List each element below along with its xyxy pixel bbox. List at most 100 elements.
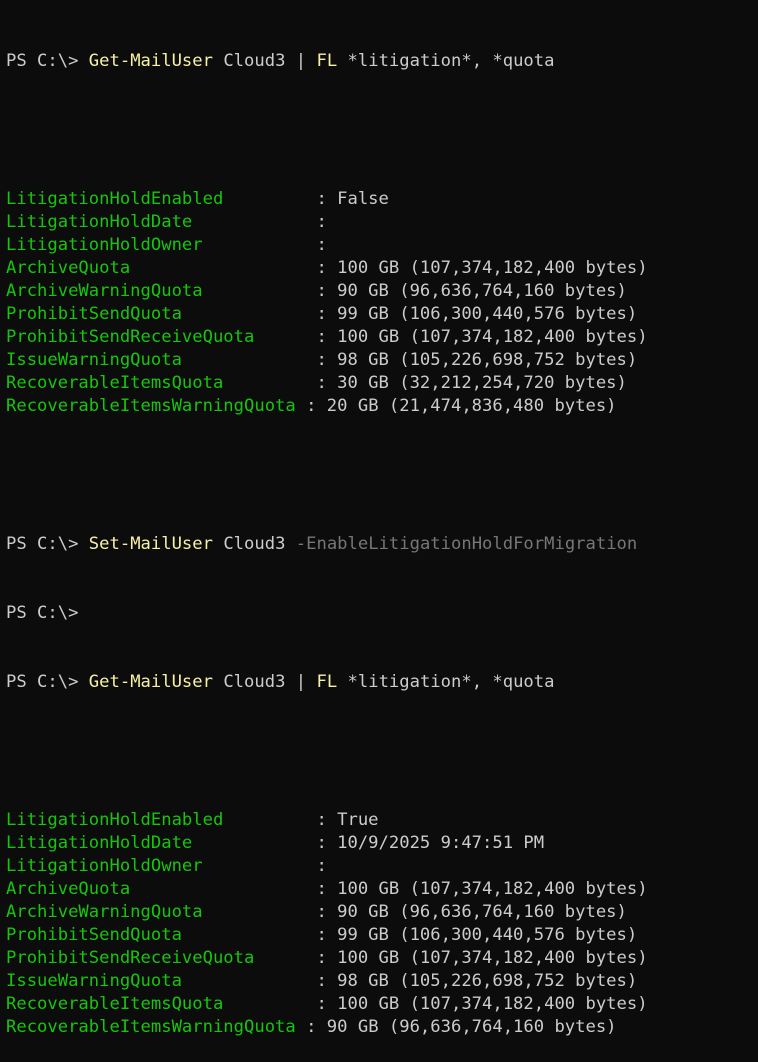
property-separator: : <box>306 281 338 301</box>
property-name: ProhibitSendReceiveQuota <box>6 327 307 347</box>
property-name: ArchiveWarningQuota <box>6 281 307 301</box>
pipe: | <box>285 672 317 692</box>
property-separator: : <box>306 810 338 830</box>
parameter: -EnableLitigationHoldForMigration <box>295 534 638 554</box>
property-value: 99 GB (106,300,440,576 bytes) <box>337 304 638 324</box>
property-separator: : <box>306 235 338 255</box>
property-separator: : <box>306 833 338 853</box>
property-name: IssueWarningQuota <box>6 350 307 370</box>
property-value: 20 GB (21,474,836,480 bytes) <box>326 396 617 416</box>
property-separator: : <box>306 350 338 370</box>
property-value: True <box>337 810 379 830</box>
prompt: PS C:\> <box>6 51 89 71</box>
output-block-1: LitigationHoldEnabled : False LitigationH… <box>6 188 758 418</box>
property-name: LitigationHoldDate <box>6 833 307 853</box>
property-separator: : <box>306 925 338 945</box>
property-separator: : <box>306 879 338 899</box>
property-value: 100 GB (107,374,182,400 bytes) <box>337 948 648 968</box>
property-separator: : <box>306 212 338 232</box>
arguments: *litigation*, *quota <box>337 51 555 71</box>
property-row: RecoverableItemsQuota : 100 GB (107,374,… <box>6 993 758 1016</box>
prompt: PS C:\> <box>6 672 89 692</box>
property-row: ProhibitSendReceiveQuota : 100 GB (107,3… <box>6 326 758 349</box>
property-separator: : <box>306 971 338 991</box>
command-line-3: PS C:\> <box>6 602 758 625</box>
identity: Cloud3 <box>212 672 286 692</box>
arguments: *litigation*, *quota <box>337 672 555 692</box>
property-row: IssueWarningQuota : 98 GB (105,226,698,7… <box>6 349 758 372</box>
cmdlet: Set-MailUser <box>88 534 213 554</box>
property-name: IssueWarningQuota <box>6 971 307 991</box>
property-separator: : <box>306 304 338 324</box>
output-block-2: LitigationHoldEnabled : True LitigationHo… <box>6 809 758 1039</box>
property-separator: : <box>306 373 338 393</box>
property-value: 100 GB (107,374,182,400 bytes) <box>337 994 648 1014</box>
property-name: LitigationHoldEnabled <box>6 189 307 209</box>
property-name: LitigationHoldEnabled <box>6 810 307 830</box>
property-separator: : <box>306 327 338 347</box>
property-row: ArchiveQuota : 100 GB (107,374,182,400 b… <box>6 257 758 280</box>
property-value: 99 GB (106,300,440,576 bytes) <box>337 925 638 945</box>
property-row: ProhibitSendQuota : 99 GB (106,300,440,5… <box>6 303 758 326</box>
property-value: 98 GB (105,226,698,752 bytes) <box>337 971 638 991</box>
property-value: 30 GB (32,212,254,720 bytes) <box>337 373 627 393</box>
property-row: RecoverableItemsWarningQuota : 20 GB (21… <box>6 395 758 418</box>
property-row: ProhibitSendReceiveQuota : 100 GB (107,3… <box>6 947 758 970</box>
property-name: RecoverableItemsWarningQuota <box>6 1017 296 1037</box>
property-row: ProhibitSendQuota : 99 GB (106,300,440,5… <box>6 924 758 947</box>
property-value: 90 GB (96,636,764,160 bytes) <box>326 1017 617 1037</box>
property-separator: : <box>306 902 338 922</box>
property-row: LitigationHoldOwner : <box>6 855 758 878</box>
property-separator: : <box>306 856 338 876</box>
command-line-1: PS C:\> Get-MailUser Cloud3 | FL *litiga… <box>6 50 758 73</box>
property-name: ProhibitSendQuota <box>6 304 307 324</box>
property-name: LitigationHoldOwner <box>6 235 307 255</box>
property-value: 90 GB (96,636,764,160 bytes) <box>337 902 627 922</box>
property-row: LitigationHoldDate : 10/9/2025 9:47:51 P… <box>6 832 758 855</box>
property-separator: : <box>295 1017 327 1037</box>
prompt: PS C:\> <box>6 603 79 623</box>
format-cmdlet: FL <box>316 51 338 71</box>
property-separator: : <box>295 396 327 416</box>
property-row: IssueWarningQuota : 98 GB (105,226,698,7… <box>6 970 758 993</box>
property-row: LitigationHoldEnabled : True <box>6 809 758 832</box>
property-value: 100 GB (107,374,182,400 bytes) <box>337 258 648 278</box>
property-name: LitigationHoldDate <box>6 212 307 232</box>
property-value: 10/9/2025 9:47:51 PM <box>337 833 545 853</box>
format-cmdlet: FL <box>316 672 338 692</box>
identity: Cloud3 <box>212 51 286 71</box>
property-name: ArchiveQuota <box>6 258 307 278</box>
property-separator: : <box>306 948 338 968</box>
property-separator: : <box>306 994 338 1014</box>
identity: Cloud3 <box>212 534 286 554</box>
pipe: | <box>285 51 317 71</box>
property-name: RecoverableItemsWarningQuota <box>6 396 296 416</box>
terminal-window[interactable]: PS C:\> Get-MailUser Cloud3 | FL *litiga… <box>0 0 758 1037</box>
property-value: False <box>337 189 389 209</box>
property-row: LitigationHoldOwner : <box>6 234 758 257</box>
cmdlet: Get-MailUser <box>88 672 213 692</box>
property-value: 90 GB (96,636,764,160 bytes) <box>337 281 627 301</box>
property-row: RecoverableItemsWarningQuota : 90 GB (96… <box>6 1016 758 1039</box>
prompt: PS C:\> <box>6 534 89 554</box>
property-row: LitigationHoldDate : <box>6 211 758 234</box>
property-name: RecoverableItemsQuota <box>6 373 307 393</box>
property-name: RecoverableItemsQuota <box>6 994 307 1014</box>
command-line-2: PS C:\> Set-MailUser Cloud3 -EnableLitig… <box>6 533 758 556</box>
property-value: 98 GB (105,226,698,752 bytes) <box>337 350 638 370</box>
property-name: ArchiveQuota <box>6 879 307 899</box>
property-value: 100 GB (107,374,182,400 bytes) <box>337 879 648 899</box>
property-name: ProhibitSendReceiveQuota <box>6 948 307 968</box>
cmdlet: Get-MailUser <box>88 51 213 71</box>
property-name: ProhibitSendQuota <box>6 925 307 945</box>
property-separator: : <box>306 189 338 209</box>
property-row: LitigationHoldEnabled : False <box>6 188 758 211</box>
property-row: ArchiveWarningQuota : 90 GB (96,636,764,… <box>6 280 758 303</box>
property-value: 100 GB (107,374,182,400 bytes) <box>337 327 648 347</box>
command-line-4: PS C:\> Get-MailUser Cloud3 | FL *litiga… <box>6 671 758 694</box>
property-row: ArchiveWarningQuota : 90 GB (96,636,764,… <box>6 901 758 924</box>
property-name: ArchiveWarningQuota <box>6 902 307 922</box>
property-row: ArchiveQuota : 100 GB (107,374,182,400 b… <box>6 878 758 901</box>
